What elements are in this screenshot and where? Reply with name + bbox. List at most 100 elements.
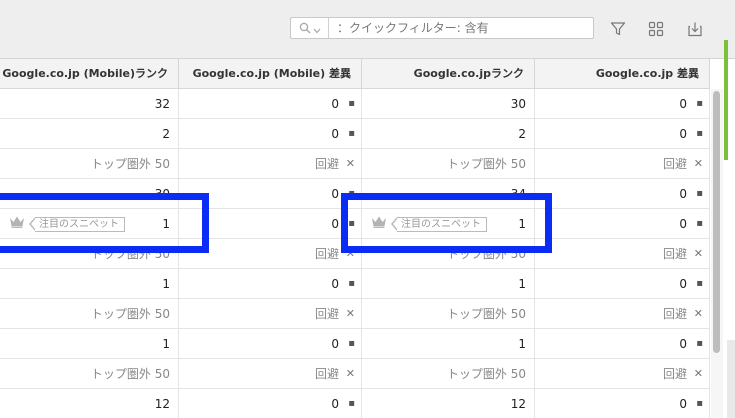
mobile-diff-cell: 回避 ✕	[179, 149, 362, 179]
desktop-diff-cell: 回避 ✕	[535, 359, 710, 389]
table-row[interactable]: トップ圏外 50 回避 ✕ トップ圏外 50 回避 ✕	[0, 299, 710, 329]
square-icon: ▪	[696, 398, 703, 409]
diff-value: 0	[679, 277, 687, 291]
square-icon: ▪	[696, 128, 703, 139]
column-header-rank[interactable]: Google.co.jpランク	[362, 59, 535, 89]
desktop-rank-cell: 2	[362, 119, 535, 149]
table-row[interactable]: 1 0 ▪ 1 0 ▪	[0, 329, 710, 359]
diff-value: 0	[331, 277, 339, 291]
diff-value: 回避	[314, 247, 339, 261]
desktop-rank-cell: トップ圏外 50	[362, 359, 535, 389]
square-icon: ▪	[348, 278, 355, 289]
desktop-diff-cell: 0 ▪	[535, 389, 710, 418]
rank-value: 12	[510, 397, 526, 411]
table-row[interactable]: 32 0 ▪ 30 0 ▪	[0, 89, 710, 119]
column-header-mobile-diff[interactable]: Google.co.jp (Mobile) 差異	[179, 59, 362, 89]
diff-value: 0	[331, 397, 339, 411]
diff-value: 回避	[662, 247, 687, 261]
mobile-diff-cell: 0 ▪	[179, 269, 362, 299]
close-icon[interactable]: ✕	[346, 359, 355, 389]
close-icon[interactable]: ✕	[346, 149, 355, 179]
square-icon: ▪	[696, 188, 703, 199]
column-header-mobile-rank[interactable]: Google.co.jp (Mobile)ランク	[0, 59, 179, 89]
square-icon: ▪	[696, 278, 703, 289]
rank-value: トップ圏外 50	[446, 367, 526, 381]
diff-value: 0	[331, 127, 339, 141]
desktop-diff-cell: 0 ▪	[535, 269, 710, 299]
mobile-diff-cell: 回避 ✕	[179, 359, 362, 389]
mobile-rank-cell: トップ圏外 50	[0, 299, 179, 329]
vertical-scrollbar[interactable]	[711, 89, 723, 418]
highlight-box-mobile	[0, 193, 209, 253]
diff-value: 0	[679, 127, 687, 141]
rank-value: トップ圏外 50	[446, 307, 526, 321]
rank-value: トップ圏外 50	[90, 157, 170, 171]
close-icon[interactable]: ✕	[694, 149, 703, 179]
diff-value: 回避	[662, 157, 687, 171]
mobile-rank-cell: トップ圏外 50	[0, 359, 179, 389]
square-icon: ▪	[696, 218, 703, 229]
mobile-rank-cell: 32	[0, 89, 179, 119]
rank-value: 2	[162, 127, 170, 141]
search-options-button[interactable]	[291, 18, 329, 38]
panel-edge	[727, 340, 735, 418]
rank-value: 1	[162, 337, 170, 351]
chevron-down-icon	[313, 19, 321, 38]
diff-value: 0	[679, 337, 687, 351]
close-icon[interactable]: ✕	[694, 299, 703, 329]
diff-value: 0	[679, 217, 687, 231]
table-row[interactable]: トップ圏外 50 回避 ✕ トップ圏外 50 回避 ✕	[0, 359, 710, 389]
rank-value: 1	[518, 277, 526, 291]
diff-value: 0	[331, 97, 339, 111]
rank-value: 12	[154, 397, 170, 411]
desktop-rank-cell: 12	[362, 389, 535, 418]
diff-value: 回避	[314, 157, 339, 171]
desktop-rank-cell: トップ圏外 50	[362, 149, 535, 179]
rank-value: トップ圏外 50	[90, 367, 170, 381]
square-icon: ▪	[348, 338, 355, 349]
scrollbar-thumb[interactable]	[713, 91, 720, 353]
quick-filter[interactable]	[290, 17, 594, 39]
diff-value: 回避	[314, 307, 339, 321]
diff-value: 0	[331, 337, 339, 351]
search-input[interactable]	[337, 18, 587, 38]
diff-value: 0	[331, 187, 339, 201]
mobile-diff-cell: 0 ▪	[179, 329, 362, 359]
filter-icon[interactable]	[606, 17, 630, 41]
square-icon: ▪	[348, 128, 355, 139]
square-icon: ▪	[348, 98, 355, 109]
column-header-diff[interactable]: Google.co.jp 差異	[535, 59, 710, 89]
close-icon[interactable]: ✕	[346, 299, 355, 329]
grid-icon[interactable]	[644, 17, 668, 41]
diff-value: 回避	[662, 367, 687, 381]
rank-value: 2	[518, 127, 526, 141]
close-icon[interactable]: ✕	[694, 359, 703, 389]
close-icon[interactable]: ✕	[694, 239, 703, 269]
desktop-rank-cell: 1	[362, 329, 535, 359]
desktop-rank-cell: 30	[362, 89, 535, 119]
mobile-rank-cell: 1	[0, 329, 179, 359]
mobile-rank-cell: 1	[0, 269, 179, 299]
mobile-diff-cell: 回避 ✕	[179, 299, 362, 329]
rank-value: 32	[154, 97, 170, 111]
desktop-diff-cell: 回避 ✕	[535, 149, 710, 179]
table-row[interactable]: トップ圏外 50 回避 ✕ トップ圏外 50 回避 ✕	[0, 149, 710, 179]
table-row[interactable]: 1 0 ▪ 1 0 ▪	[0, 269, 710, 299]
square-icon: ▪	[348, 398, 355, 409]
diff-value: 回避	[662, 307, 687, 321]
table-row[interactable]: 12 0 ▪ 12 0 ▪	[0, 389, 710, 418]
rank-value: 1	[518, 337, 526, 351]
diff-value: 0	[331, 217, 339, 231]
table-row[interactable]: 2 0 ▪ 2 0 ▪	[0, 119, 710, 149]
mobile-rank-cell: トップ圏外 50	[0, 149, 179, 179]
search-icon	[299, 19, 311, 38]
desktop-diff-cell: 0 ▪	[535, 89, 710, 119]
mobile-diff-cell: 0 ▪	[179, 119, 362, 149]
diff-value: 0	[679, 97, 687, 111]
square-icon: ▪	[696, 338, 703, 349]
mobile-diff-cell: 0 ▪	[179, 89, 362, 119]
desktop-diff-cell: 0 ▪	[535, 329, 710, 359]
diff-value: 回避	[314, 367, 339, 381]
diff-value: 0	[679, 397, 687, 411]
export-icon[interactable]	[683, 17, 707, 41]
